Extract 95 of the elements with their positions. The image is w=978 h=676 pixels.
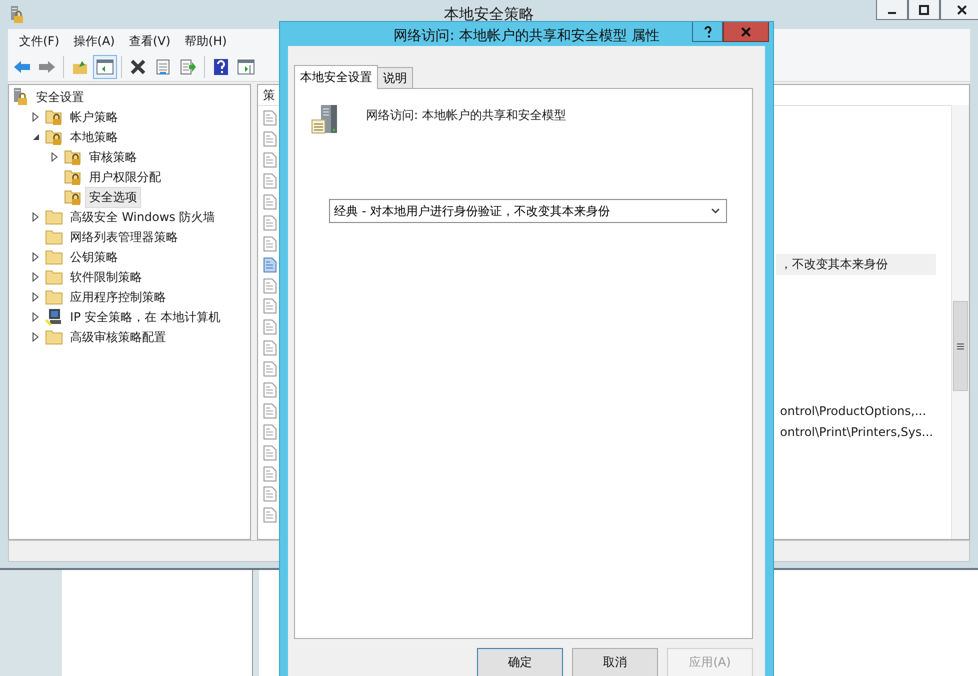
policy-icon[interactable] [263, 152, 277, 168]
computer-icon [45, 308, 63, 326]
locked-folder-icon [64, 148, 82, 166]
right-arrow-icon [38, 60, 56, 74]
folder-icon [45, 269, 63, 285]
left-arrow-icon [13, 60, 31, 74]
tree-item[interactable]: 高级安全 Windows 防火墙 [66, 206, 220, 228]
dropdown[interactable]: 经典 - 对本地用户进行身份验证，不改变其本来身份 [329, 199, 727, 223]
expand-arrow-icon[interactable] [32, 212, 40, 222]
maximize-icon [919, 4, 929, 14]
tree-item[interactable]: 应用程序控制策略 [66, 286, 170, 308]
policy-icon[interactable] [263, 466, 277, 482]
panel-icon [237, 59, 255, 75]
policy-icon[interactable] [263, 298, 277, 314]
close-icon [957, 4, 967, 14]
menu-item[interactable]: 文件(F) [12, 32, 66, 50]
locked-folder-icon [64, 188, 82, 206]
folder-icon [45, 289, 63, 305]
policy-icon[interactable] [263, 340, 277, 356]
menu-item[interactable]: 查看(V) [122, 32, 178, 50]
expand-arrow-icon[interactable] [32, 272, 40, 282]
policy-icon[interactable] [263, 382, 277, 398]
policy-name: 网络访问: 本地帐户的共享和安全模型 [366, 107, 566, 124]
menu-item[interactable]: 操作(A) [66, 32, 122, 50]
expand-arrow-icon[interactable] [32, 112, 40, 122]
tree-item[interactable]: 审核策略 [85, 146, 141, 168]
policy-icon[interactable] [263, 507, 277, 524]
maximize-button[interactable] [908, 0, 940, 20]
expand-arrow-icon[interactable] [32, 312, 40, 322]
tab[interactable]: 说明 [377, 67, 413, 88]
minimize-icon [888, 12, 896, 14]
policy-icon[interactable] [263, 131, 277, 148]
dialog-title: 网络访问: 本地帐户的共享和安全模型 属性 [394, 27, 660, 45]
help-icon [704, 26, 712, 38]
scrollbar[interactable] [951, 105, 969, 539]
tree-item[interactable]: 软件限制策略 [66, 266, 146, 288]
policy-icon[interactable] [263, 361, 277, 378]
folder-icon [45, 229, 63, 245]
tree-item[interactable]: IP 安全策略，在 本地计算机 [66, 306, 224, 328]
dialog-button[interactable]: 取消 [572, 648, 658, 676]
tree-item[interactable]: 用户权限分配 [85, 166, 165, 188]
menu-item[interactable]: 帮助(H) [177, 32, 234, 50]
locked-folder-icon [64, 168, 82, 186]
tree-item[interactable]: 本地策略 [66, 126, 122, 148]
policy-setting: ontrol\ProductOptions,... [779, 402, 928, 420]
folder-icon [45, 209, 63, 225]
folder-icon [45, 329, 63, 345]
folder-icon [45, 249, 63, 265]
expand-arrow-icon[interactable] [32, 292, 40, 302]
minimize-button[interactable] [876, 0, 908, 20]
dialog-button[interactable]: 确定 [477, 648, 563, 676]
panel-icon [96, 59, 114, 75]
tree-item[interactable]: 安全选项 [85, 186, 141, 208]
chevron-down-icon [711, 208, 720, 214]
column-header[interactable]: 策 [258, 86, 275, 104]
policy-icon[interactable] [263, 424, 277, 440]
tab[interactable]: 本地安全设置 [294, 65, 378, 89]
expand-arrow-icon[interactable] [32, 332, 40, 342]
toolbar-button[interactable] [93, 55, 117, 79]
policy-icon[interactable] [263, 173, 277, 190]
policy-icon[interactable] [263, 402, 277, 419]
tree-item[interactable]: 帐户策略 [66, 106, 122, 128]
policy-icon[interactable] [263, 194, 277, 210]
delete-icon [130, 59, 146, 75]
policy-icon[interactable] [263, 486, 277, 502]
help-button[interactable] [692, 22, 723, 42]
export-icon [179, 59, 197, 75]
locked-folder-icon [45, 108, 63, 126]
scroll-thumb[interactable] [953, 301, 968, 391]
policy-setting: ontrol\Print\Printers,Sys... [779, 424, 934, 441]
policy-icon[interactable] [263, 256, 277, 273]
policy-icon[interactable] [263, 278, 277, 294]
locked-folder-icon [45, 128, 63, 146]
server-lock-icon [10, 6, 24, 24]
policy-setting: ，不改变其本来身份 [776, 254, 936, 276]
policy-icon[interactable] [263, 236, 277, 252]
tree-item[interactable]: 高级审核策略配置 [66, 326, 170, 348]
collapse-arrow-icon[interactable] [32, 133, 40, 141]
policy-icon[interactable] [263, 110, 277, 126]
expand-arrow-icon[interactable] [32, 252, 40, 262]
tree-item[interactable]: 安全设置 [32, 86, 88, 108]
folder-icon [72, 59, 88, 75]
properties-icon [155, 59, 171, 75]
policy-icon[interactable] [263, 319, 277, 336]
window-title: 本地安全策略 [444, 5, 534, 24]
help-icon [213, 58, 229, 76]
tree-item[interactable]: 公钥策略 [66, 246, 122, 268]
close-icon [741, 26, 751, 36]
expand-arrow-icon[interactable] [51, 152, 59, 162]
server-lock-icon [13, 88, 29, 106]
tree-item[interactable]: 网络列表管理器策略 [66, 226, 182, 248]
grip-icon [957, 342, 964, 350]
policy-icon[interactable] [263, 214, 277, 231]
close-button[interactable] [940, 0, 978, 20]
policy-icon[interactable] [263, 444, 277, 461]
